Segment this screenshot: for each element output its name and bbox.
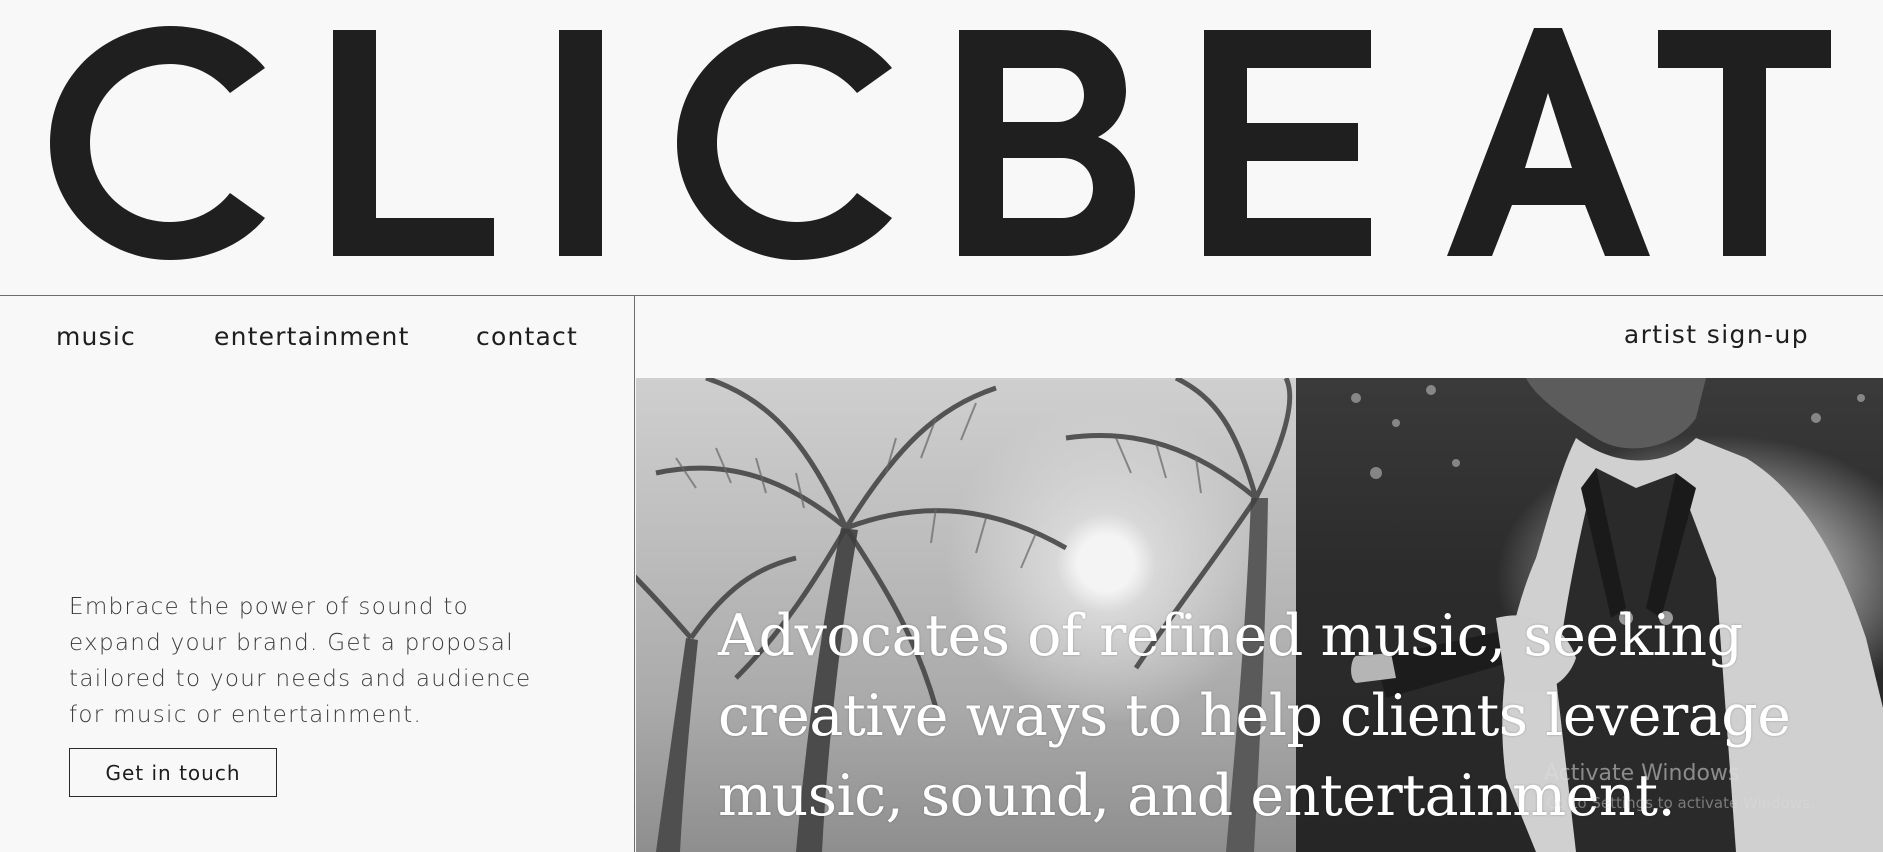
- header-logo-area: [0, 0, 1883, 296]
- nav-link-artist-signup[interactable]: artist sign-up: [1624, 320, 1809, 349]
- get-in-touch-button[interactable]: Get in touch: [69, 748, 277, 797]
- windows-activation-title: Activate Windows: [1544, 761, 1740, 786]
- hero-banner: Advocates of refined music, seeking crea…: [636, 378, 1883, 852]
- nav-link-contact[interactable]: contact: [476, 322, 578, 351]
- intro-text: Embrace the power of sound to expand you…: [69, 594, 532, 728]
- main-nav: music entertainment contact: [0, 296, 635, 378]
- left-column: music entertainment contact Embrace the …: [0, 296, 635, 852]
- right-nav: artist sign-up: [636, 296, 1883, 378]
- clicbeat-logo[interactable]: [0, 0, 1883, 296]
- windows-activation-subtitle: Go to Settings to activate Windows.: [1546, 794, 1815, 812]
- nav-link-entertainment[interactable]: entertainment: [214, 322, 410, 351]
- palm-leaves-detail: [675, 402, 1202, 569]
- nav-link-music[interactable]: music: [56, 322, 136, 351]
- page: music entertainment contact Embrace the …: [0, 0, 1883, 852]
